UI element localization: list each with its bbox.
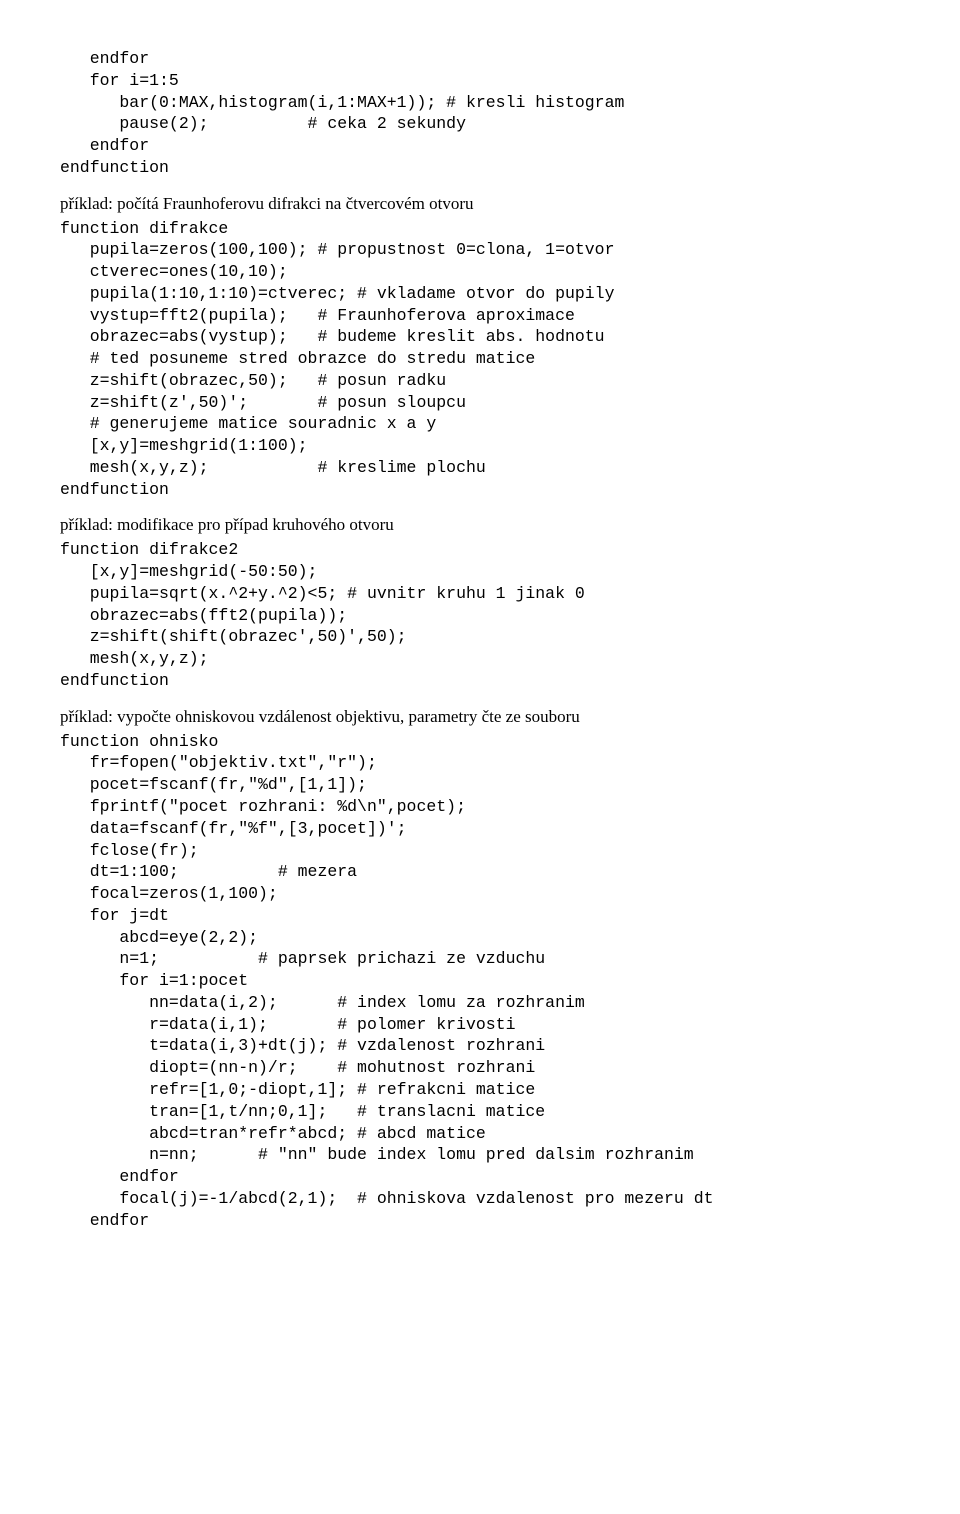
code-block-3: function ohnisko fr=fopen("objektiv.txt"… — [60, 731, 900, 1232]
code-block-2: function difrakce2 [x,y]=meshgrid(-50:50… — [60, 539, 900, 691]
code-block-1: function difrakce pupila=zeros(100,100);… — [60, 218, 900, 501]
narrative-3: příklad: vypočte ohniskovou vzdálenost o… — [60, 706, 900, 729]
narrative-2: příklad: modifikace pro případ kruhového… — [60, 514, 900, 537]
narrative-1: příklad: počítá Fraunhoferovu difrakci n… — [60, 193, 900, 216]
code-block-0: endfor for i=1:5 bar(0:MAX,histogram(i,1… — [60, 48, 900, 179]
